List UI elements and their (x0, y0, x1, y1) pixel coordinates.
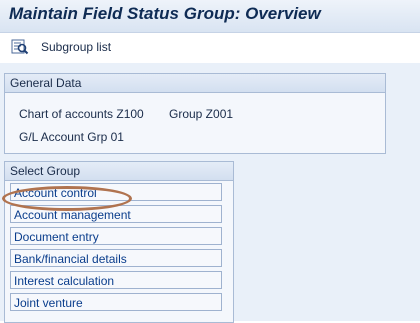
subgroup-list-button[interactable]: Subgroup list (11, 38, 111, 56)
search-list-icon (11, 39, 29, 55)
gl-account-group-text: G/L Account Grp 01 (19, 130, 124, 144)
select-item-account-management[interactable]: Account management (10, 205, 222, 223)
select-item-interest-calculation[interactable]: Interest calculation (10, 271, 222, 289)
chart-of-accounts-text: Chart of accounts Z100 (19, 107, 144, 121)
main-area: General Data Chart of accounts Z100 Grou… (0, 63, 420, 323)
select-group-header: Select Group (5, 162, 233, 181)
group-text: Group Z001 (169, 107, 234, 121)
select-group-box: Select Group Account control Account man… (4, 161, 234, 323)
select-item-bank-financial-details[interactable]: Bank/financial details (10, 249, 222, 267)
general-data-box: General Data Chart of accounts Z100 Grou… (4, 73, 386, 154)
title-bar: Maintain Field Status Group: Overview (0, 0, 420, 33)
subgroup-list-label: Subgroup list (41, 40, 112, 54)
page-title: Maintain Field Status Group: Overview (9, 4, 321, 23)
select-item-document-entry[interactable]: Document entry (10, 227, 222, 245)
general-data-header: General Data (5, 74, 385, 93)
select-item-account-control[interactable]: Account control (10, 183, 222, 201)
select-item-joint-venture[interactable]: Joint venture (10, 293, 222, 311)
application-toolbar: Subgroup list (0, 33, 420, 63)
